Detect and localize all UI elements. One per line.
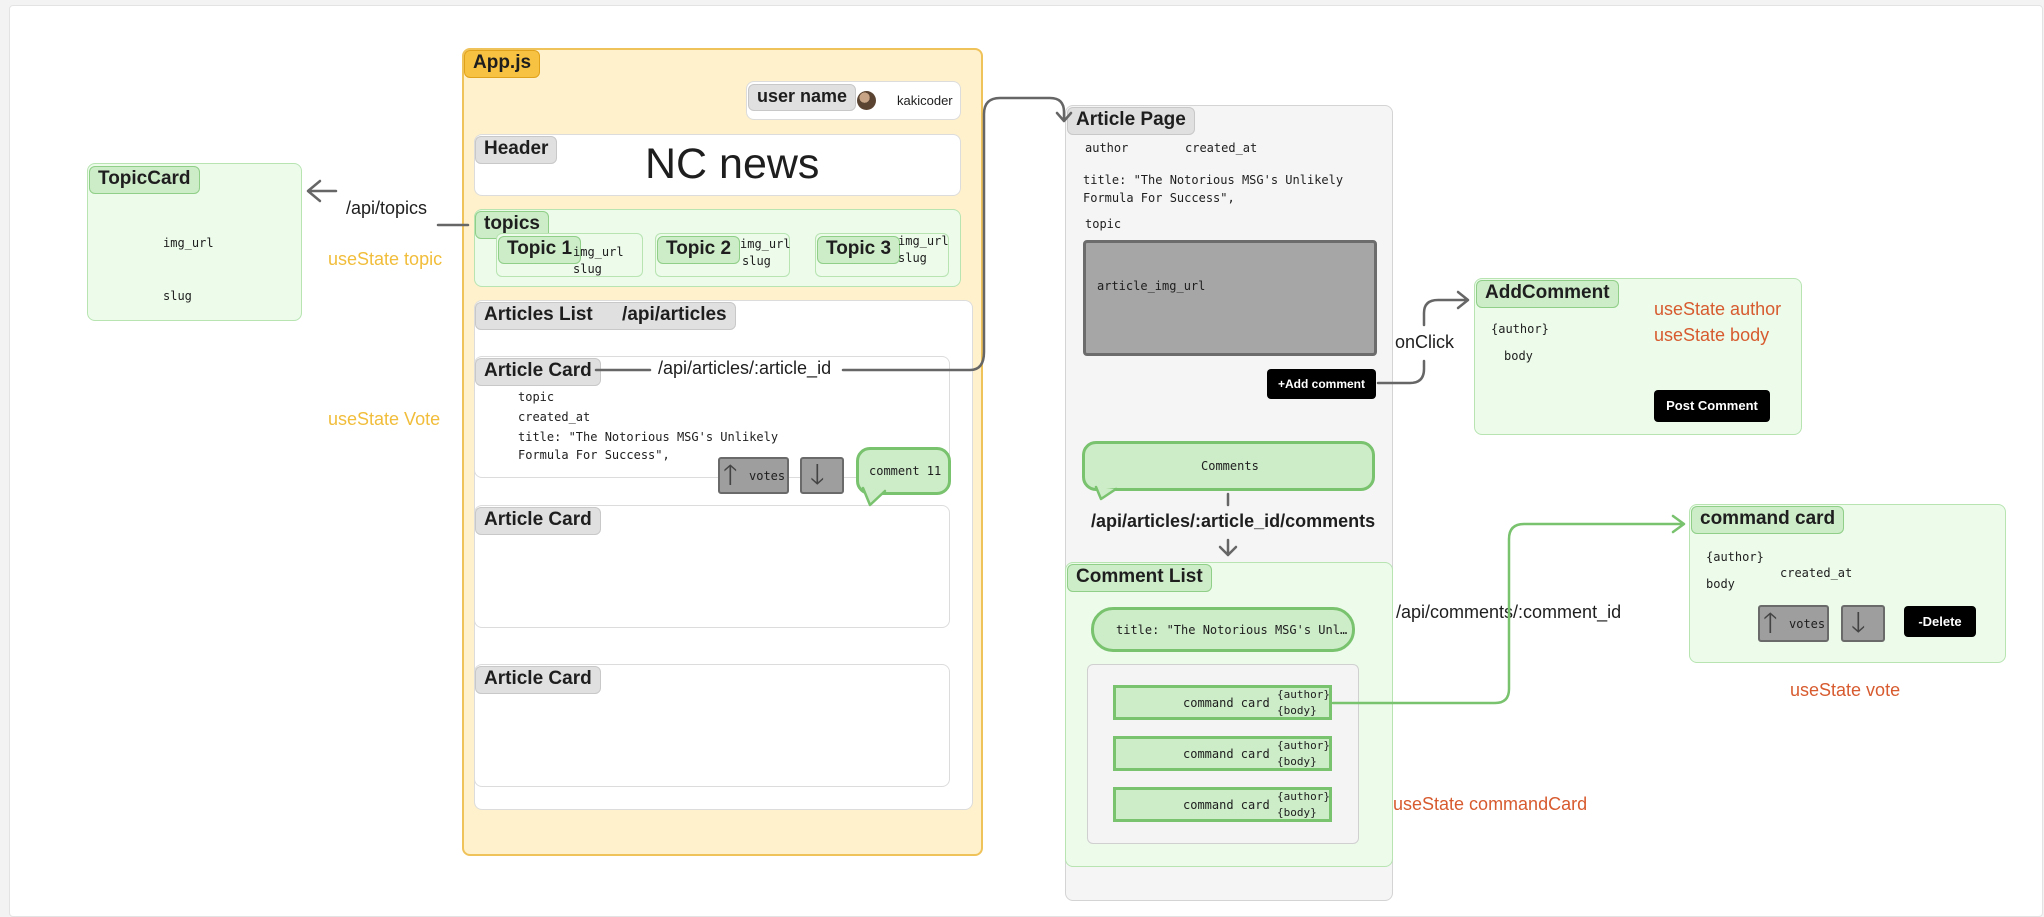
onclick-arrow	[1422, 290, 1470, 327]
article-bubble-tail	[861, 486, 887, 507]
connectors	[306, 96, 1686, 705]
topics-arrow	[306, 179, 338, 203]
comments-bubble-tail	[1094, 485, 1118, 501]
add-comment-connector	[1376, 359, 1426, 385]
command-card-connector	[1331, 514, 1686, 705]
comments-down-arrow	[1218, 538, 1238, 557]
article-to-page-connector	[594, 96, 1073, 372]
